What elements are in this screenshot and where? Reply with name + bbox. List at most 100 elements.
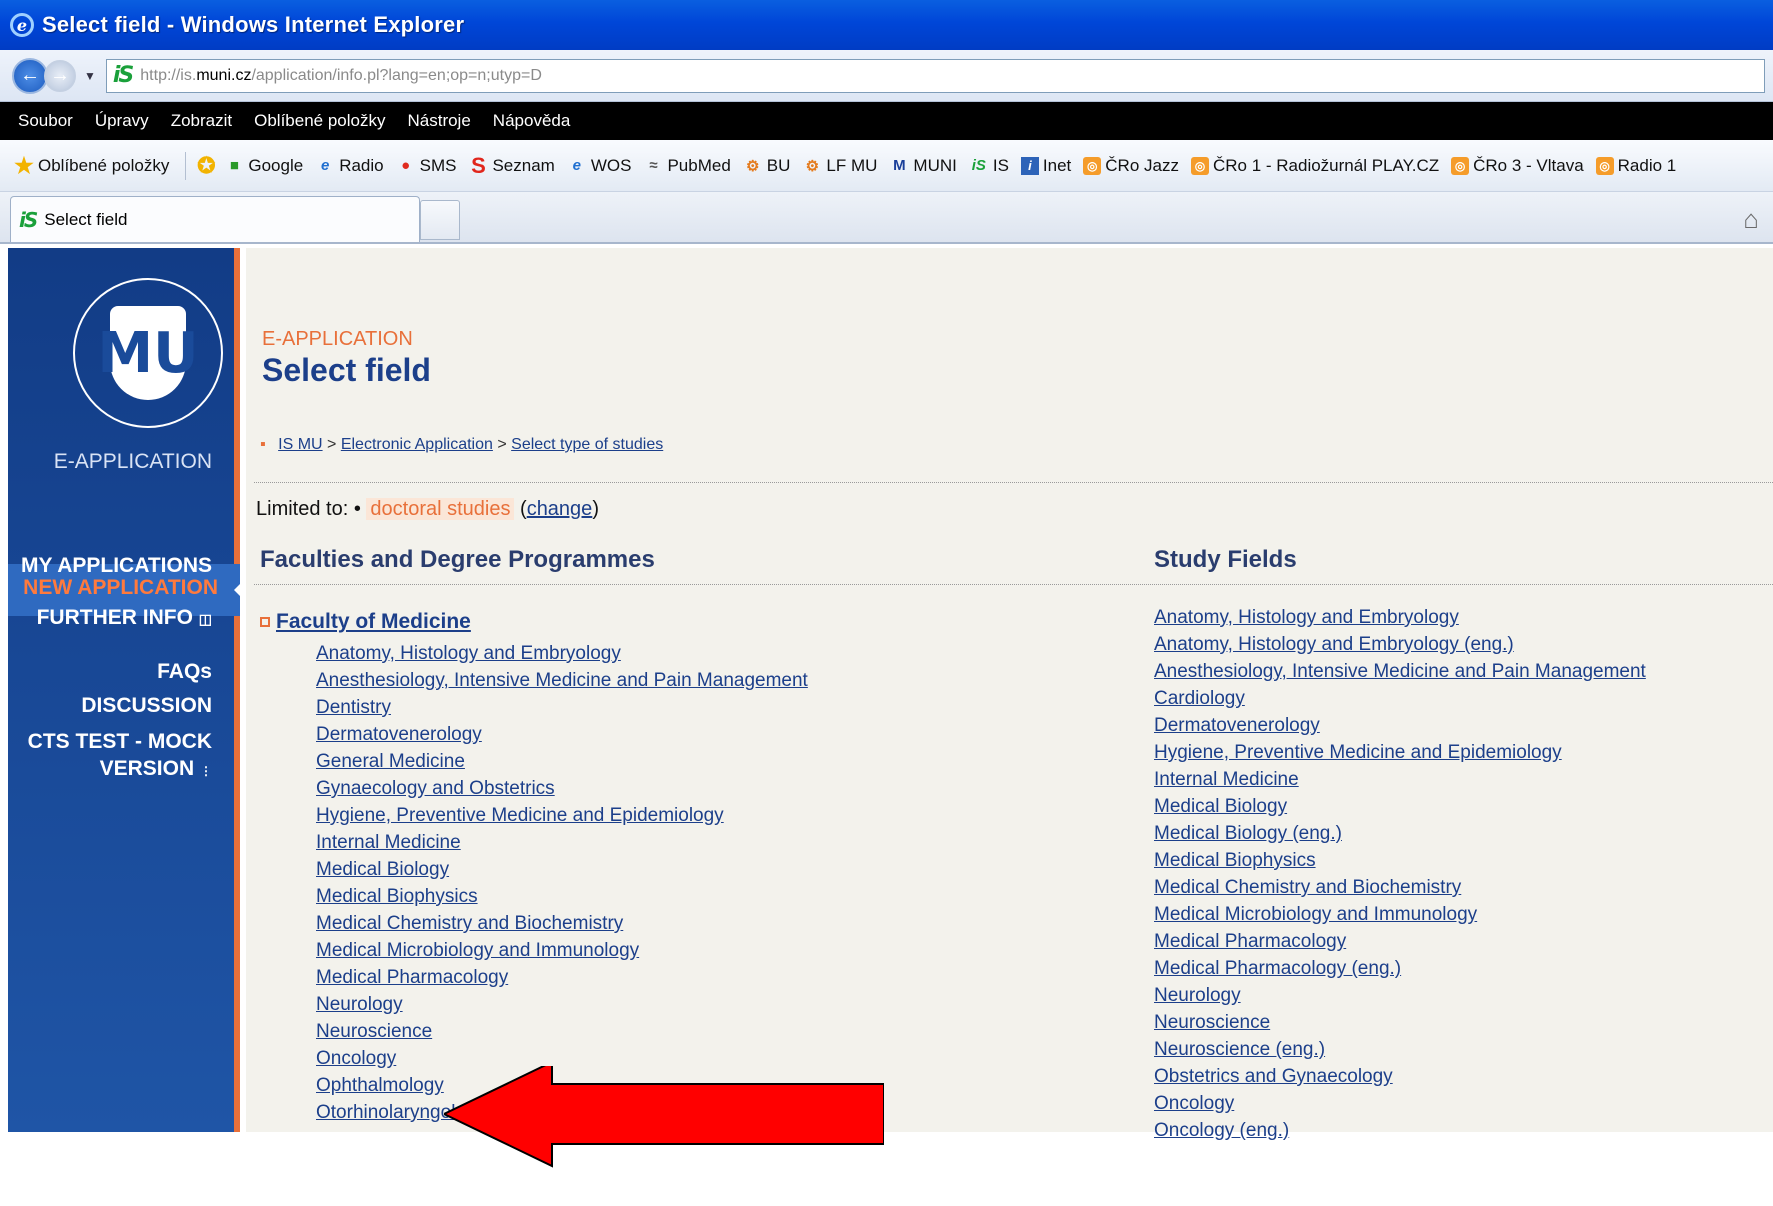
back-button[interactable]: ←	[12, 57, 48, 94]
tab-select-field[interactable]: iS Select field	[10, 196, 420, 242]
google-icon: ■	[229, 157, 239, 174]
study-field-link[interactable]: Internal Medicine	[1154, 766, 1646, 793]
favorite-label: BU	[766, 155, 791, 175]
study-field-link[interactable]: Oncology	[1154, 1090, 1646, 1117]
study-field-link[interactable]: Medical Chemistry and Biochemistry	[1154, 874, 1646, 901]
change-link[interactable]: change	[527, 498, 593, 520]
study-field-link[interactable]: Medical Biology (eng.)	[1154, 820, 1646, 847]
study-field-link[interactable]: Hygiene, Preventive Medicine and Epidemi…	[1154, 739, 1646, 766]
study-field-link[interactable]: Neuroscience	[1154, 1009, 1646, 1036]
url-scheme: http://is.	[140, 66, 197, 84]
study-field-link[interactable]: Anesthesiology, Intensive Medicine and P…	[1154, 658, 1646, 685]
sidebar-item-faqs[interactable]: FAQs	[157, 658, 212, 685]
tab-bar: iS Select field ⌂	[0, 192, 1773, 244]
collapse-icon[interactable]	[260, 617, 270, 628]
programme-link[interactable]: Dentistry	[316, 694, 808, 721]
menu-item[interactable]: Zobrazit	[171, 111, 232, 131]
programme-link[interactable]: Medical Microbiology and Immunology	[316, 937, 808, 964]
study-field-link[interactable]: Anatomy, Histology and Embryology	[1154, 604, 1646, 631]
gear-icon: ⚙	[746, 157, 760, 175]
study-field-link[interactable]: Neuroscience (eng.)	[1154, 1036, 1646, 1063]
radio-icon: ◎	[1190, 156, 1209, 175]
favorite-link[interactable]: ≈ PubMed	[643, 156, 730, 176]
favorite-label: IS	[992, 155, 1009, 175]
programme-link[interactable]: Medical Biophysics	[316, 883, 808, 910]
programme-link[interactable]: Neuroscience	[316, 1018, 808, 1045]
study-field-link[interactable]: Cardiology	[1154, 685, 1646, 712]
favorite-link[interactable]: ◎ ČRo 3 - Vltava	[1451, 156, 1584, 176]
favorite-label: SMS	[419, 155, 457, 175]
favorite-link[interactable]: M MUNI	[889, 156, 957, 176]
radio-icon: ◎	[1451, 156, 1470, 175]
favorite-link[interactable]: i Inet	[1020, 155, 1072, 176]
programme-link[interactable]: Medical Pharmacology	[316, 964, 808, 991]
study-field-link[interactable]: Medical Pharmacology (eng.)	[1154, 955, 1646, 982]
programme-link[interactable]: Neurology	[316, 991, 808, 1018]
sidebar-item-my-applications[interactable]: MY APPLICATIONS	[21, 552, 212, 579]
study-field-link[interactable]: Dermatovenerology	[1154, 712, 1646, 739]
page-kicker: E-APPLICATION	[262, 328, 413, 350]
forward-button[interactable]: →	[44, 59, 76, 92]
home-icon[interactable]: ⌂	[1743, 204, 1759, 235]
favorite-link[interactable]: iS IS	[969, 156, 1009, 176]
menu-item[interactable]: Soubor	[18, 111, 73, 131]
breadcrumb: ▪ IS MU > Electronic Application > Selec…	[260, 436, 664, 453]
favorite-link[interactable]: ◎ Radio 1	[1595, 156, 1676, 176]
study-field-link[interactable]: Medical Biophysics	[1154, 847, 1646, 874]
favorite-link[interactable]: ■ Google	[224, 156, 303, 176]
favorite-label: ČRo Jazz	[1105, 155, 1179, 175]
menu-item[interactable]: Oblíbené položky	[254, 111, 385, 131]
programme-link[interactable]: Medical Chemistry and Biochemistry	[316, 910, 808, 937]
favorite-link[interactable]: ◎ ČRo Jazz	[1083, 156, 1179, 176]
favorite-link[interactable]: e WOS	[567, 156, 632, 176]
study-field-link[interactable]: Medical Biology	[1154, 793, 1646, 820]
menu-item[interactable]: Nápověda	[493, 111, 571, 131]
favorite-link[interactable]: ● SMS	[396, 155, 457, 176]
study-fields-heading: Study Fields	[1154, 546, 1297, 573]
favorite-label: WOS	[590, 155, 632, 175]
programme-link[interactable]: Anesthesiology, Intensive Medicine and P…	[316, 667, 808, 694]
menu-item[interactable]: Nástroje	[407, 111, 470, 131]
star-icon: ★	[14, 152, 34, 178]
favorite-label: Inet	[1042, 155, 1072, 175]
breadcrumb-link-is-mu[interactable]: IS MU	[278, 436, 322, 453]
new-tab-button[interactable]	[420, 200, 460, 240]
breadcrumb-link-select-type[interactable]: Select type of studies	[511, 436, 663, 453]
programme-link[interactable]: Anatomy, Histology and Embryology	[316, 640, 808, 667]
menu-item[interactable]: Úpravy	[95, 111, 149, 131]
programme-link[interactable]: Dermatovenerology	[316, 721, 808, 748]
study-field-link[interactable]: Neurology	[1154, 982, 1646, 1009]
sidebar-item-discussion[interactable]: DISCUSSION	[81, 692, 212, 719]
seznam-icon: S	[471, 152, 486, 178]
sidebar-item-further-info[interactable]: FURTHER INFO ◫	[37, 604, 212, 633]
study-field-link[interactable]: Oncology (eng.)	[1154, 1117, 1646, 1144]
url-input[interactable]: iS http://is. muni.cz/application/info.pl…	[105, 58, 1765, 93]
breadcrumb-link-electronic-application[interactable]: Electronic Application	[341, 436, 493, 453]
ie-page-icon: e	[321, 157, 330, 174]
info-icon: i	[1020, 156, 1039, 175]
favorite-label: ČRo 1 - Radiožurnál PLAY.CZ	[1212, 155, 1440, 175]
add-favorite-icon[interactable]: ✪	[196, 153, 216, 178]
logo-shield: MU	[97, 306, 199, 400]
study-field-link[interactable]: Obstetrics and Gynaecology	[1154, 1063, 1646, 1090]
study-field-link[interactable]: Anatomy, Histology and Embryology (eng.)	[1154, 631, 1646, 658]
programme-link[interactable]: General Medicine	[316, 748, 808, 775]
sidebar-item-e-application[interactable]: E-APPLICATION	[54, 448, 212, 475]
study-field-link[interactable]: Medical Microbiology and Immunology	[1154, 901, 1646, 928]
study-field-link[interactable]: Medical Pharmacology	[1154, 928, 1646, 955]
history-dropdown-icon[interactable]: ▼	[84, 69, 96, 83]
is-icon: iS	[971, 157, 986, 174]
programme-link[interactable]: Medical Biology	[316, 856, 808, 883]
favorite-link[interactable]: ◎ ČRo 1 - Radiožurnál PLAY.CZ	[1190, 155, 1440, 176]
favorite-link[interactable]: ⚙ LF MU	[802, 156, 878, 176]
annotation-arrow	[444, 1066, 884, 1168]
programme-link[interactable]: Gynaecology and Obstetrics	[316, 775, 808, 802]
sidebar-item-cts-test[interactable]: CTS TEST - MOCK VERSION ⋮	[28, 728, 212, 785]
favorite-link[interactable]: S Seznam	[468, 152, 555, 178]
favorite-link[interactable]: e Radio	[315, 156, 384, 176]
favorites-center-button[interactable]: ★ Oblíbené položky	[14, 152, 169, 178]
programme-link[interactable]: Hygiene, Preventive Medicine and Epidemi…	[316, 802, 808, 829]
favorite-link[interactable]: ⚙ BU	[743, 155, 791, 176]
programme-link[interactable]: Internal Medicine	[316, 829, 808, 856]
faculty-link[interactable]: Faculty of Medicine	[276, 610, 471, 633]
